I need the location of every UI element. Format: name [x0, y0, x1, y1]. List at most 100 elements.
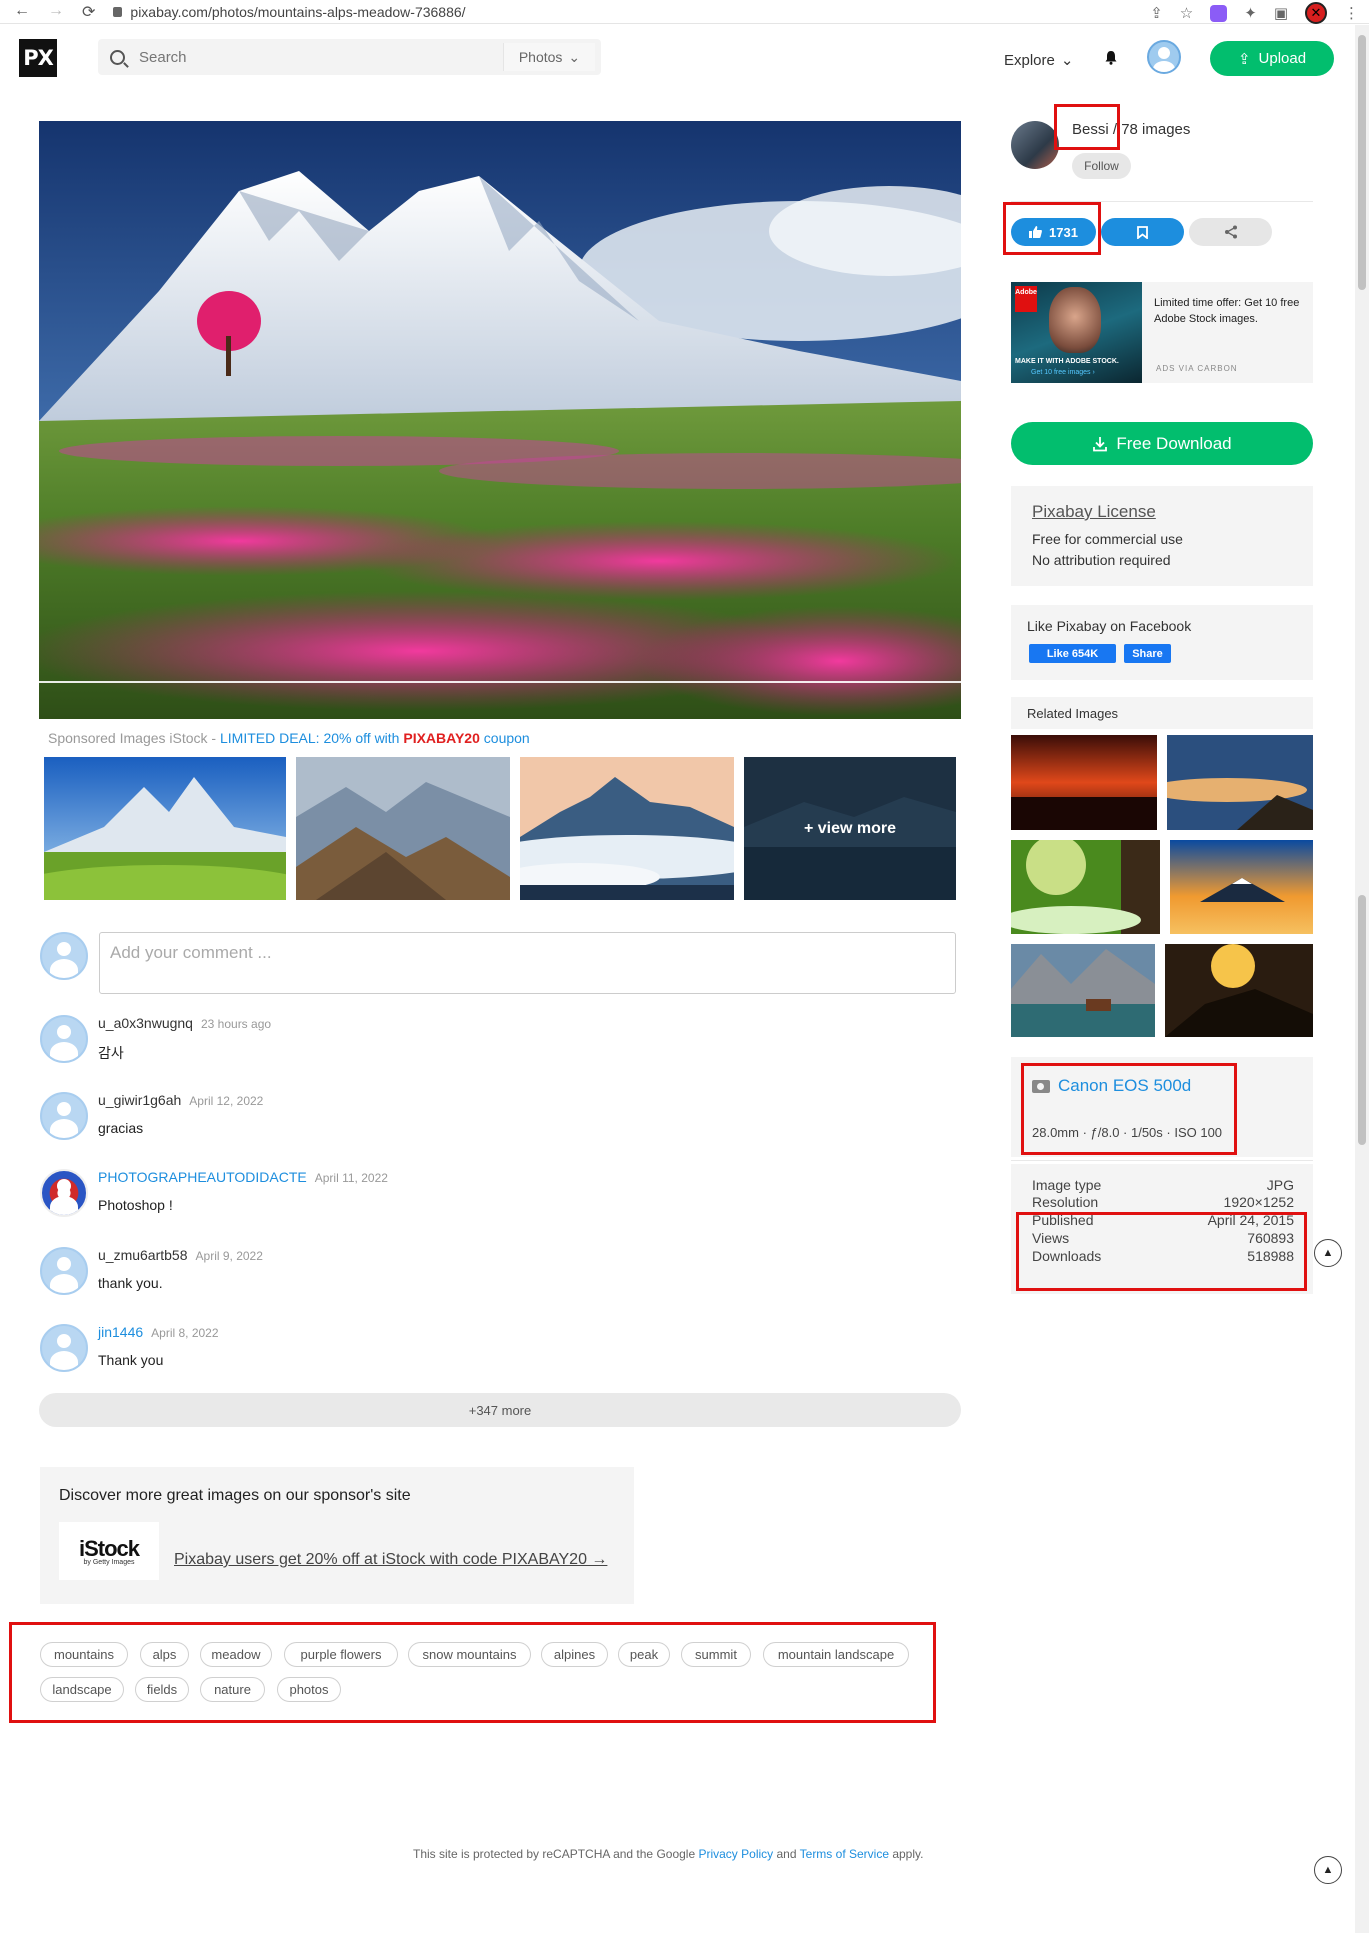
scrollbar-thumb-lower[interactable]	[1358, 895, 1366, 1145]
detail-row-image-type: Image type JPG	[1032, 1177, 1294, 1193]
comment-author-name: jin1446	[98, 1324, 144, 1340]
pixabay-logo[interactable]: PX	[19, 39, 57, 77]
profile-icon[interactable]: ✕	[1305, 2, 1327, 24]
tag[interactable]: mountains	[40, 1642, 128, 1667]
comment-text: 감사	[98, 1045, 124, 1061]
detail-label: Image type	[1032, 1177, 1102, 1193]
follow-button[interactable]: Follow	[1072, 153, 1131, 179]
main-photo[interactable]	[39, 121, 961, 719]
terms-link[interactable]: Terms of Service	[800, 1847, 889, 1861]
search-icon	[110, 49, 125, 65]
related-image[interactable]	[1011, 735, 1157, 830]
reload-icon[interactable]: ⟳	[82, 2, 95, 22]
related-photo	[1165, 944, 1313, 1037]
comment-input[interactable]: Add your comment ...	[99, 932, 956, 994]
sponsored-view-more[interactable]: + view more	[744, 757, 956, 900]
tag[interactable]: snow mountains	[408, 1642, 531, 1667]
save-button[interactable]	[1101, 218, 1184, 246]
menu-dots-icon[interactable]: ⋮	[1344, 4, 1359, 22]
deal-text: LIMITED DEAL: 20% off with	[219, 730, 404, 746]
commenter-avatar[interactable]	[40, 1092, 88, 1140]
tag[interactable]: purple flowers	[284, 1642, 398, 1667]
adobe-stock-ad[interactable]: Adobe MAKE IT WITH ADOBE STOCK. Get 10 f…	[1011, 282, 1313, 383]
comment-author[interactable]: u_giwir1g6ah April 12, 2022	[98, 1092, 263, 1108]
author-avatar[interactable]	[1011, 121, 1059, 169]
camera-model-name: Canon EOS 500d	[1058, 1076, 1192, 1095]
related-image[interactable]	[1170, 840, 1313, 934]
user-avatar[interactable]	[1147, 40, 1181, 74]
tag[interactable]: summit	[681, 1642, 751, 1667]
tag[interactable]: meadow	[200, 1642, 272, 1667]
commenter-avatar[interactable]	[40, 1324, 88, 1372]
extension-icon[interactable]	[1210, 4, 1228, 22]
comment-author-name: u_zmu6artb58	[98, 1247, 188, 1263]
comment-author[interactable]: u_a0x3nwugnq 23 hours ago	[98, 1015, 271, 1031]
facebook-like-button[interactable]: Like 654K	[1029, 644, 1116, 663]
facebook-box: Like Pixabay on Facebook Like 654K Share	[1011, 605, 1313, 680]
detail-value: JPG	[1266, 1177, 1294, 1193]
related-image[interactable]	[1167, 735, 1313, 830]
tag[interactable]: fields	[135, 1677, 189, 1702]
tag[interactable]: peak	[618, 1642, 670, 1667]
tag[interactable]: landscape	[40, 1677, 124, 1702]
tag[interactable]: mountain landscape	[763, 1642, 909, 1667]
license-link[interactable]: Pixabay License	[1032, 502, 1156, 522]
highlight-box-tags	[9, 1622, 936, 1723]
author-image-count: / 78 images	[1112, 121, 1191, 138]
free-download-button[interactable]: Free Download	[1011, 422, 1313, 465]
tag[interactable]: nature	[200, 1677, 265, 1702]
sponsored-image-1[interactable]	[14, 757, 314, 909]
url-text[interactable]: pixabay.com/photos/mountains-alps-meadow…	[130, 4, 465, 20]
bell-icon[interactable]	[1104, 50, 1118, 65]
address-bar[interactable]: pixabay.com/photos/mountains-alps-meadow…	[113, 4, 466, 20]
back-icon[interactable]: ←	[14, 2, 30, 22]
related-photo	[1170, 840, 1313, 934]
sponsored-deal-link[interactable]: LIMITED DEAL: 20% off with PIXABAY20 cou…	[220, 730, 530, 746]
detail-row-views: Views 760893	[1032, 1230, 1294, 1246]
scrollbar-thumb[interactable]	[1358, 35, 1366, 290]
tag[interactable]: photos	[277, 1677, 341, 1702]
scroll-to-top-icon[interactable]: ▲	[1314, 1239, 1342, 1267]
author-name-link[interactable]: Bessi	[1072, 121, 1109, 138]
page-scrollbar[interactable]	[1355, 25, 1369, 1933]
istock-logo[interactable]: iStock by Getty Images	[59, 1522, 159, 1580]
search-scope-select[interactable]: Photos ⌄	[503, 43, 595, 71]
more-comments-button[interactable]: +347 more	[39, 1393, 961, 1427]
sponsored-image-2[interactable]	[296, 757, 510, 900]
sidepanel-icon[interactable]: ▣	[1274, 4, 1288, 22]
comment-text: Thank you	[98, 1352, 164, 1368]
tag[interactable]: alpines	[541, 1642, 608, 1667]
related-image[interactable]	[1011, 944, 1155, 1037]
share-page-icon[interactable]: ⇪	[1150, 4, 1163, 22]
comment-date: April 12, 2022	[189, 1094, 264, 1108]
comment-author[interactable]: jin1446 April 8, 2022	[98, 1324, 219, 1340]
facebook-share-button[interactable]: Share	[1124, 644, 1171, 663]
search-bar: Photos ⌄	[98, 39, 601, 75]
explore-menu[interactable]: Explore ⌄	[1004, 51, 1073, 70]
detail-value: 1920×1252	[1223, 1194, 1294, 1210]
camera-model[interactable]: Canon EOS 500d	[1032, 1076, 1191, 1096]
scroll-to-top-icon[interactable]: ▲	[1314, 1856, 1342, 1884]
ad-attribution[interactable]: ADS VIA CARBON	[1156, 364, 1238, 373]
puzzle-icon[interactable]: ✦	[1244, 4, 1257, 22]
detail-label: Downloads	[1032, 1248, 1102, 1264]
commenter-avatar[interactable]	[40, 1015, 88, 1063]
forward-icon[interactable]: →	[48, 2, 64, 22]
search-input[interactable]	[139, 48, 479, 66]
comment-author-name: u_a0x3nwugnq	[98, 1015, 193, 1031]
comment-author[interactable]: u_zmu6artb58 April 9, 2022	[98, 1247, 263, 1263]
like-button[interactable]: 1731	[1011, 218, 1096, 246]
related-image[interactable]	[1011, 840, 1160, 934]
upload-button[interactable]: ⇪ Upload	[1210, 41, 1334, 76]
related-image[interactable]	[1165, 944, 1313, 1037]
commenter-avatar[interactable]	[40, 1169, 88, 1217]
detail-row-downloads: Downloads 518988	[1032, 1248, 1294, 1264]
share-button[interactable]	[1189, 218, 1272, 246]
comment-author[interactable]: PHOTOGRAPHEAUTODIDACTE April 11, 2022	[98, 1169, 388, 1185]
sponsored-image-3[interactable]	[477, 757, 777, 900]
tag[interactable]: alps	[140, 1642, 189, 1667]
commenter-avatar[interactable]	[40, 1247, 88, 1295]
istock-discount-link[interactable]: Pixabay users get 20% off at iStock with…	[174, 1551, 607, 1569]
privacy-policy-link[interactable]: Privacy Policy	[698, 1847, 773, 1861]
star-icon[interactable]: ☆	[1180, 4, 1193, 22]
